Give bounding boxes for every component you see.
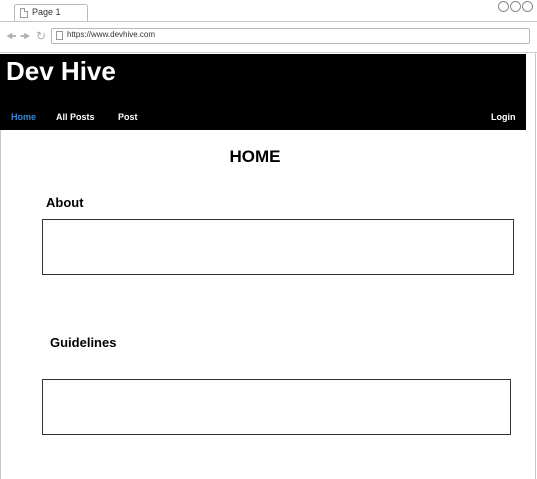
- page-title: HOME: [229, 147, 281, 166]
- page-icon: [20, 8, 28, 18]
- browser-tab[interactable]: Page 1: [14, 4, 88, 22]
- nav-login-link[interactable]: Login: [491, 112, 516, 122]
- browser-tab-strip: Page 1: [0, 0, 537, 22]
- close-icon[interactable]: [522, 1, 533, 12]
- browser-tab-label: Page 1: [32, 7, 61, 17]
- maximize-icon[interactable]: [510, 1, 521, 12]
- toolbar-divider: [0, 52, 537, 53]
- forward-arrow-icon[interactable]: 🠞: [20, 30, 31, 42]
- guidelines-heading: Guidelines: [50, 335, 117, 350]
- minimize-icon[interactable]: [498, 1, 509, 12]
- about-content-box: [42, 219, 514, 275]
- site-header: Dev Hive Home All Posts Post Login: [0, 54, 526, 130]
- page-left-edge: [0, 130, 1, 479]
- nav-all-posts-link[interactable]: All Posts: [56, 112, 95, 122]
- address-bar-url: https://www.devhive.com: [67, 30, 156, 39]
- page-right-edge: [535, 53, 536, 479]
- back-arrow-icon[interactable]: 🠜: [6, 30, 17, 42]
- address-bar[interactable]: https://www.devhive.com: [51, 28, 530, 44]
- reload-icon[interactable]: ↻: [36, 30, 46, 42]
- nav-home-link[interactable]: Home: [11, 112, 36, 122]
- guidelines-content-box: [42, 379, 511, 435]
- page-icon: [56, 31, 63, 40]
- nav-post-link[interactable]: Post: [118, 112, 138, 122]
- site-title[interactable]: Dev Hive: [6, 56, 116, 87]
- about-heading: About: [46, 195, 84, 210]
